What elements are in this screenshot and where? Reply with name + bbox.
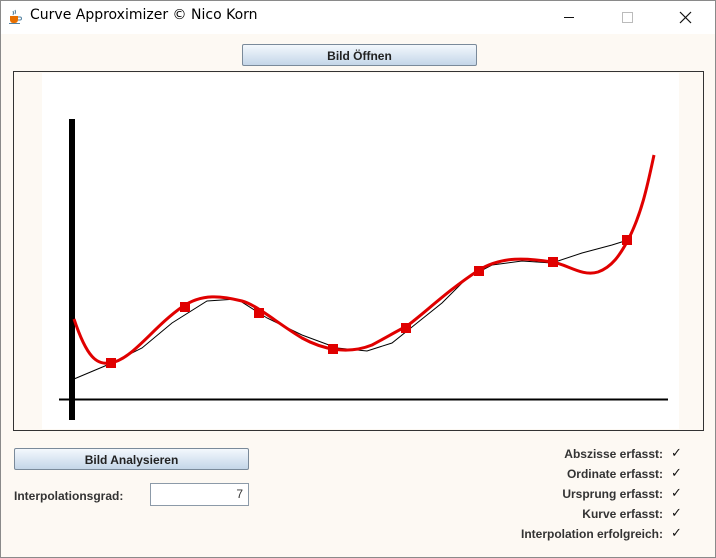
check-icon: ✓: [671, 446, 682, 461]
interpolation-degree-input[interactable]: 7: [150, 483, 249, 506]
data-point: [254, 308, 264, 318]
data-point: [401, 323, 411, 333]
open-image-button[interactable]: Bild Öffnen: [242, 44, 477, 66]
close-icon: [679, 11, 692, 24]
check-icon: ✓: [671, 506, 682, 521]
data-point: [548, 257, 558, 267]
check-icon: ✓: [671, 526, 682, 541]
data-point: [622, 235, 632, 245]
check-icon: ✓: [671, 466, 682, 481]
minimize-icon: [564, 17, 574, 18]
graph-svg: [59, 119, 668, 420]
data-point: [328, 344, 338, 354]
status-curve-label: Kurve erfasst:: [582, 507, 663, 521]
analyze-image-button[interactable]: Bild Analysieren: [14, 448, 249, 470]
check-icon: ✓: [671, 486, 682, 501]
status-interpolation-label: Interpolation erfolgreich:: [520, 527, 663, 541]
minimize-button[interactable]: [546, 1, 592, 34]
interpolation-degree-label: Interpolationsgrad:: [14, 489, 124, 503]
window-title: Curve Approximizer © Nico Korn: [30, 7, 258, 23]
status-abscissa-label: Abszisse erfasst:: [564, 447, 663, 461]
maximize-icon: [622, 12, 633, 23]
status-origin-label: Ursprung erfasst:: [562, 487, 663, 501]
data-point: [106, 358, 116, 368]
java-cup-icon: [7, 9, 23, 25]
data-point: [180, 302, 190, 312]
data-point: [474, 266, 484, 276]
graph-image: [42, 73, 679, 429]
status-ordinate-label: Ordinate erfasst:: [566, 467, 663, 481]
title-bar: Curve Approximizer © Nico Korn: [1, 1, 715, 34]
app-window: Curve Approximizer © Nico Korn Bild Öffn…: [0, 0, 716, 558]
image-canvas: [13, 71, 704, 431]
close-button[interactable]: [662, 1, 708, 34]
maximize-button[interactable]: [604, 1, 650, 34]
